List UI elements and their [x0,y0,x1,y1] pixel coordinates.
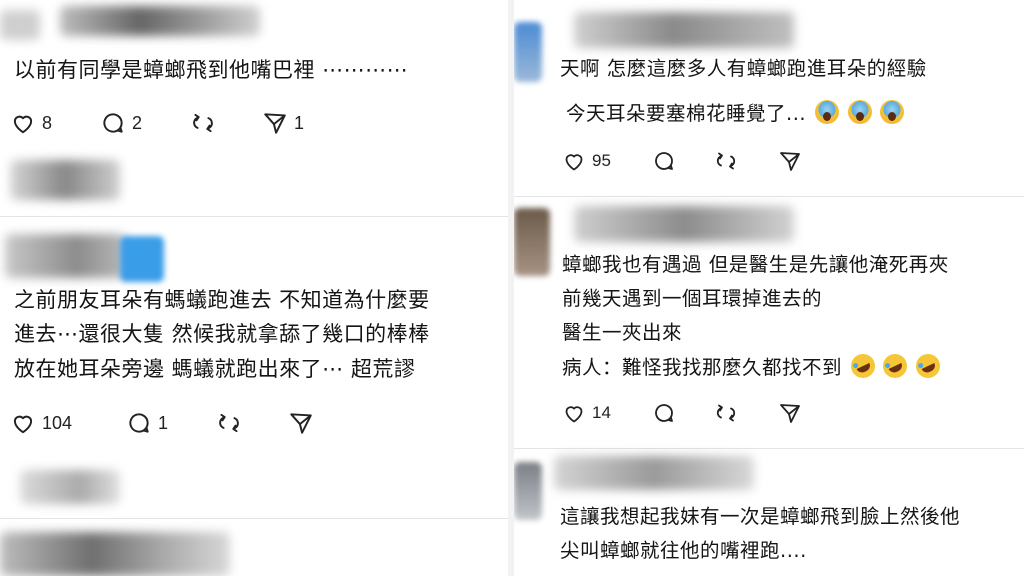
heart-icon [565,406,583,423]
reply-button[interactable]: 2 [100,110,190,136]
blurred-avatar [514,462,542,520]
comment-text: 病人：難怪我找那麼久都找不到 [562,356,843,379]
blurred-username [20,470,120,504]
like-count: 8 [42,112,53,133]
share-button[interactable]: 1 [262,110,304,136]
action-bar: 95 [562,146,802,176]
heart-icon [13,415,33,434]
divider-line [0,518,508,519]
action-bar: 8 2 1 [10,108,304,138]
scream-emoji [814,100,839,124]
divider-line [514,196,1024,197]
comment-text-line: 前幾天遇到一個耳環掉進去的 [562,287,823,310]
comment-text-line: 病人：難怪我找那麼久都找不到 [562,350,945,382]
comment-text-line: 放在她耳朵旁邊 螞蟻就跑出來了⋯ 超荒謬 [14,357,416,381]
blurred-avatar [120,236,164,282]
blurred-username [60,6,260,36]
blurred-username [10,160,120,200]
comment-text-line: 天啊 怎麼這麼多人有蟑螂跑進耳朵的經驗 [560,57,927,80]
rofl-emoji [879,350,912,382]
send-icon [264,113,286,134]
blurred-username [574,206,794,242]
rofl-emoji [912,350,945,382]
repost-icon [716,152,736,170]
left-screenshot: 以前有同學是蟑螂飛到他嘴巴裡 ⋯⋯⋯⋯ 8 2 1 之前朋友耳朵有螞蟻跑進去 不… [0,0,508,576]
blurred-username [574,12,794,48]
send-icon [780,152,800,171]
like-button[interactable]: 8 [10,110,100,136]
reply-button[interactable] [652,401,714,425]
comment-text-line: 這讓我想起我妹有一次是蟑螂飛到臉上然後他 [560,505,961,528]
reply-count: 1 [158,412,169,433]
heart-icon [13,115,33,134]
send-icon [290,413,312,434]
comment-text-line: 進去⋯還很大隻 然候我就拿舔了幾口的棒棒 [14,322,430,346]
right-screenshot: 天啊 怎麼這麼多人有蟑螂跑進耳朵的經驗 今天耳朵要塞棉花睡覺了... 95 蟑螂… [514,0,1024,576]
blurred-avatar [514,22,542,82]
comment-text: 今天耳朵要塞棉花睡覺了... [566,102,807,125]
repost-icon [219,413,239,433]
repost-button[interactable] [714,149,778,173]
comment-text-line: 尖叫蟑螂就往他的嘴裡跑.... [560,539,807,562]
blurred-username [554,456,754,490]
blurred-avatar [514,208,550,276]
heart-icon [565,154,583,171]
repost-button[interactable] [190,110,262,136]
comment-icon [655,404,673,422]
comment-text-line: 之前朋友耳朵有螞蟻跑進去 不知道為什麼要 [14,288,430,312]
comment-icon [655,152,673,170]
scream-emoji [847,100,872,124]
comment-icon [129,413,149,433]
repost-button[interactable] [714,401,778,425]
share-button[interactable] [288,410,314,436]
repost-icon [716,404,736,422]
scream-emoji [880,100,905,124]
like-count: 95 [592,151,611,170]
comment-text-line: 醫生一夾出來 [562,321,683,344]
repost-icon [193,113,213,133]
blurred-username [5,234,125,278]
reply-count: 2 [132,112,143,133]
blurred-username [0,532,230,576]
blurred-avatar [0,10,40,40]
comment-icon [103,113,123,133]
like-button[interactable]: 95 [562,149,652,173]
like-button[interactable]: 104 [10,410,126,436]
repost-button[interactable] [216,410,288,436]
share-button[interactable] [778,149,802,173]
send-icon [780,404,800,423]
comment-text-line: 蟑螂我也有遇過 但是醫生是先讓他淹死再夾 [562,253,949,276]
share-button[interactable] [778,401,802,425]
reply-button[interactable] [652,149,714,173]
share-count: 1 [294,112,305,133]
comment-text-line: 今天耳朵要塞棉花睡覺了... [566,100,905,127]
like-count: 104 [42,412,73,433]
comment-text-line: 以前有同學是蟑螂飛到他嘴巴裡 ⋯⋯⋯⋯ [14,58,409,82]
like-button[interactable]: 14 [562,401,652,425]
action-bar: 14 [562,398,802,428]
divider-line [514,448,1024,449]
like-count: 14 [592,403,611,422]
rofl-emoji [846,350,879,382]
reply-button[interactable]: 1 [126,410,216,436]
divider-line [0,216,508,217]
action-bar: 104 1 [10,408,314,438]
